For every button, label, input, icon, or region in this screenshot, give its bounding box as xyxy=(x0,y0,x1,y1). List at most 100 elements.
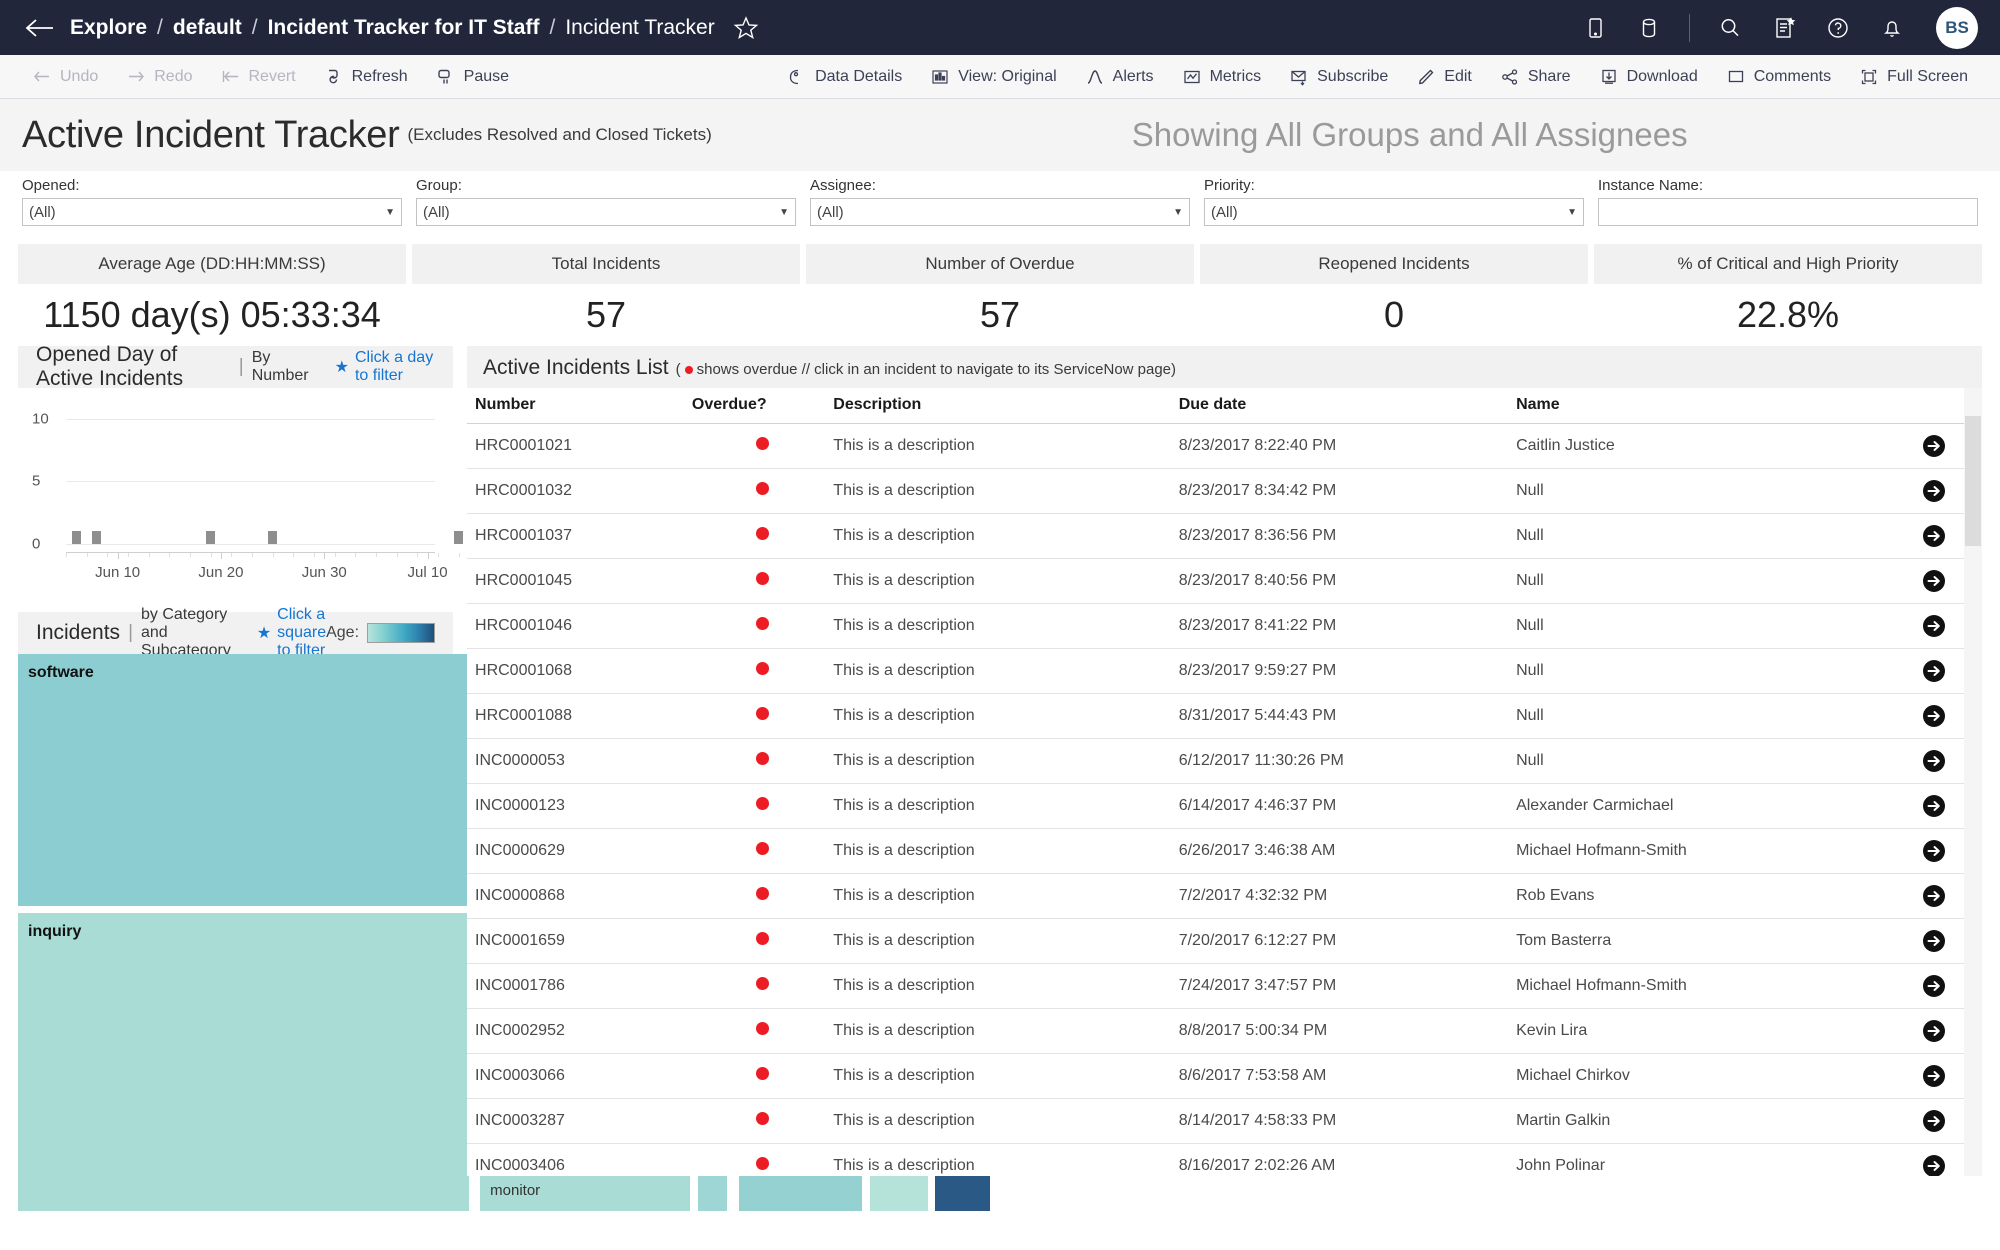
table-row[interactable]: INC0000868This is a description7/2/2017 … xyxy=(467,873,1982,918)
back-arrow-icon[interactable] xyxy=(22,15,56,41)
instance-name-input[interactable] xyxy=(1598,198,1978,226)
new-doc-icon[interactable] xyxy=(1770,14,1798,42)
treemap-tile[interactable]: inquiry xyxy=(18,913,469,1211)
cell-number[interactable]: HRC0001068 xyxy=(467,648,692,693)
arrow-right-circle-icon[interactable] xyxy=(1922,1019,1946,1043)
arrow-right-circle-icon[interactable] xyxy=(1922,884,1946,908)
table-row[interactable]: INC0000629This is a description6/26/2017… xyxy=(467,828,1982,873)
table-row[interactable]: INC0001659This is a description7/20/2017… xyxy=(467,918,1982,963)
full-screen-button[interactable]: Full Screen xyxy=(1845,55,1982,99)
col-number[interactable]: Number xyxy=(467,388,692,424)
cell-number[interactable]: HRC0001088 xyxy=(467,693,692,738)
opened-day-bar-chart[interactable]: 0510Jun 10Jun 20Jun 30Jul 10Jul 20Jul 30… xyxy=(18,388,453,606)
arrow-right-circle-icon[interactable] xyxy=(1922,704,1946,728)
favorite-star-icon[interactable] xyxy=(733,15,759,41)
chart-bar[interactable] xyxy=(92,531,101,544)
arrow-right-circle-icon[interactable] xyxy=(1922,1064,1946,1088)
table-row[interactable]: HRC0001045This is a description8/23/2017… xyxy=(467,558,1982,603)
cell-number[interactable]: INC0002952 xyxy=(467,1008,692,1053)
breadcrumb-item-current-sheet[interactable]: Incident Tracker xyxy=(565,16,714,40)
table-row[interactable]: INC0003287This is a description8/14/2017… xyxy=(467,1098,1982,1143)
arrow-right-circle-icon[interactable] xyxy=(1922,929,1946,953)
cell-number[interactable]: INC0003066 xyxy=(467,1053,692,1098)
table-row[interactable]: HRC0001088This is a description8/31/2017… xyxy=(467,693,1982,738)
download-button[interactable]: Download xyxy=(1585,55,1712,99)
arrow-right-circle-icon[interactable] xyxy=(1922,434,1946,458)
cell-number[interactable]: INC0000053 xyxy=(467,738,692,783)
chart-bar[interactable] xyxy=(72,531,81,544)
cell-number[interactable]: INC0001659 xyxy=(467,918,692,963)
metrics-button[interactable]: Metrics xyxy=(1168,55,1276,99)
table-row[interactable]: INC0000123This is a description6/14/2017… xyxy=(467,783,1982,828)
table-row[interactable]: HRC0001021This is a description8/23/2017… xyxy=(467,423,1982,468)
help-icon[interactable] xyxy=(1824,14,1852,42)
arrow-right-circle-icon[interactable] xyxy=(1922,1109,1946,1133)
cell-number[interactable]: HRC0001032 xyxy=(467,468,692,513)
arrow-right-circle-icon[interactable] xyxy=(1922,614,1946,638)
comments-button[interactable]: Comments xyxy=(1712,55,1845,99)
arrow-right-circle-icon[interactable] xyxy=(1922,749,1946,773)
incidents-scrollbar-thumb[interactable] xyxy=(1965,416,1981,546)
data-details-button[interactable]: Data Details xyxy=(773,55,916,99)
breadcrumb-item-explore[interactable]: Explore xyxy=(70,16,147,40)
col-overdue[interactable]: Overdue? xyxy=(692,388,833,424)
cell-number[interactable]: INC0003406 xyxy=(467,1143,692,1176)
treemap-tile[interactable]: software xyxy=(18,654,469,906)
refresh-button[interactable]: Refresh xyxy=(310,55,422,99)
arrow-right-circle-icon[interactable] xyxy=(1922,659,1946,683)
filter-assignee-select[interactable]: (All) ▼ xyxy=(810,198,1190,226)
filter-opened-select[interactable]: (All) ▼ xyxy=(22,198,402,226)
undo-button[interactable]: Undo xyxy=(18,55,112,99)
arrow-right-circle-icon[interactable] xyxy=(1922,569,1946,593)
table-row[interactable]: HRC0001032This is a description8/23/2017… xyxy=(467,468,1982,513)
click-a-day-to-filter-action[interactable]: ★ Click a day to filter xyxy=(335,349,435,385)
chart-bar[interactable] xyxy=(206,531,215,544)
cell-number[interactable]: HRC0001045 xyxy=(467,558,692,603)
breadcrumb-item-default[interactable]: default xyxy=(173,16,242,40)
col-due-date[interactable]: Due date xyxy=(1179,388,1516,424)
arrow-right-circle-icon[interactable] xyxy=(1922,479,1946,503)
subscribe-button[interactable]: Subscribe xyxy=(1275,55,1402,99)
table-row[interactable]: HRC0001068This is a description8/23/2017… xyxy=(467,648,1982,693)
table-row[interactable]: INC0003406This is a description8/16/2017… xyxy=(467,1143,1982,1176)
arrow-right-circle-icon[interactable] xyxy=(1922,839,1946,863)
cell-number[interactable]: HRC0001021 xyxy=(467,423,692,468)
breadcrumb-item-workbook[interactable]: Incident Tracker for IT Staff xyxy=(268,16,540,40)
incidents-scrollbar[interactable] xyxy=(1964,388,1982,1177)
arrow-right-circle-icon[interactable] xyxy=(1922,794,1946,818)
cell-number[interactable]: HRC0001046 xyxy=(467,603,692,648)
search-icon[interactable] xyxy=(1716,14,1744,42)
redo-button[interactable]: Redo xyxy=(112,55,206,99)
view-original-button[interactable]: View: Original xyxy=(916,55,1070,99)
cell-number[interactable]: INC0000123 xyxy=(467,783,692,828)
chart-bar[interactable] xyxy=(454,531,463,544)
click-a-square-to-filter-action[interactable]: ★ Click a square to filter xyxy=(257,606,326,660)
cell-number[interactable]: INC0001786 xyxy=(467,963,692,1008)
edit-button[interactable]: Edit xyxy=(1402,55,1486,99)
arrow-right-circle-icon[interactable] xyxy=(1922,1154,1946,1177)
arrow-right-circle-icon[interactable] xyxy=(1922,974,1946,998)
table-row[interactable]: HRC0001046This is a description8/23/2017… xyxy=(467,603,1982,648)
database-icon[interactable] xyxy=(1635,14,1663,42)
alerts-button[interactable]: Alerts xyxy=(1071,55,1168,99)
col-description[interactable]: Description xyxy=(833,388,1178,424)
revert-button[interactable]: Revert xyxy=(207,55,310,99)
arrow-right-circle-icon[interactable] xyxy=(1922,524,1946,548)
cell-number[interactable]: HRC0001037 xyxy=(467,513,692,558)
table-row[interactable]: HRC0001037This is a description8/23/2017… xyxy=(467,513,1982,558)
filter-group-select[interactable]: (All) ▼ xyxy=(416,198,796,226)
cell-number[interactable]: INC0000868 xyxy=(467,873,692,918)
mobile-icon[interactable] xyxy=(1581,14,1609,42)
pause-button[interactable]: Pause xyxy=(422,55,523,99)
treemap-plot-area[interactable]: softwareinquiryOtherhardwarehardwaremoni… xyxy=(18,654,453,1214)
table-row[interactable]: INC0001786This is a description7/24/2017… xyxy=(467,963,1982,1008)
table-row[interactable]: INC0003066This is a description8/6/2017 … xyxy=(467,1053,1982,1098)
table-row[interactable]: INC0002952This is a description8/8/2017 … xyxy=(467,1008,1982,1053)
chart-bar[interactable] xyxy=(268,531,277,544)
share-button[interactable]: Share xyxy=(1486,55,1585,99)
cell-number[interactable]: INC0003287 xyxy=(467,1098,692,1143)
filter-priority-select[interactable]: (All) ▼ xyxy=(1204,198,1584,226)
col-name[interactable]: Name xyxy=(1516,388,1886,424)
table-row[interactable]: INC0000053This is a description6/12/2017… xyxy=(467,738,1982,783)
cell-number[interactable]: INC0000629 xyxy=(467,828,692,873)
